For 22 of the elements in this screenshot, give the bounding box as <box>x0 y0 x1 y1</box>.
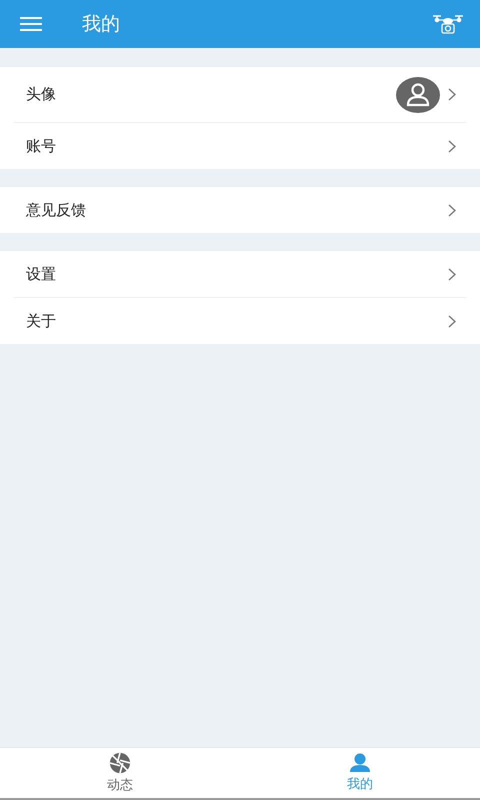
nav-tab[interactable]: 动态 <box>0 748 240 798</box>
settings-row[interactable]: 意见反馈 <box>14 187 466 233</box>
row-label: 账号 <box>26 136 57 156</box>
settings-row[interactable]: 账号 <box>14 122 466 169</box>
chevron-icon <box>448 88 456 101</box>
aperture-icon <box>108 752 132 774</box>
avatar-icon <box>396 76 440 112</box>
menu-icon[interactable] <box>20 16 42 32</box>
chevron-icon <box>448 314 456 328</box>
chevron-icon <box>448 268 456 280</box>
chevron-icon <box>448 204 456 216</box>
row-label: 设置 <box>26 264 57 284</box>
settings-row[interactable]: 设置 <box>14 251 466 297</box>
page-title: 我的 <box>82 12 121 37</box>
settings-row[interactable]: 关于 <box>14 297 466 344</box>
settings-row[interactable]: 头像 <box>14 67 466 122</box>
chevron-icon <box>448 140 456 152</box>
row-label: 头像 <box>26 85 57 104</box>
row-label: 意见反馈 <box>26 200 87 220</box>
row-label: 关于 <box>26 312 57 330</box>
person-icon <box>349 753 371 773</box>
drone-icon[interactable] <box>432 13 464 35</box>
